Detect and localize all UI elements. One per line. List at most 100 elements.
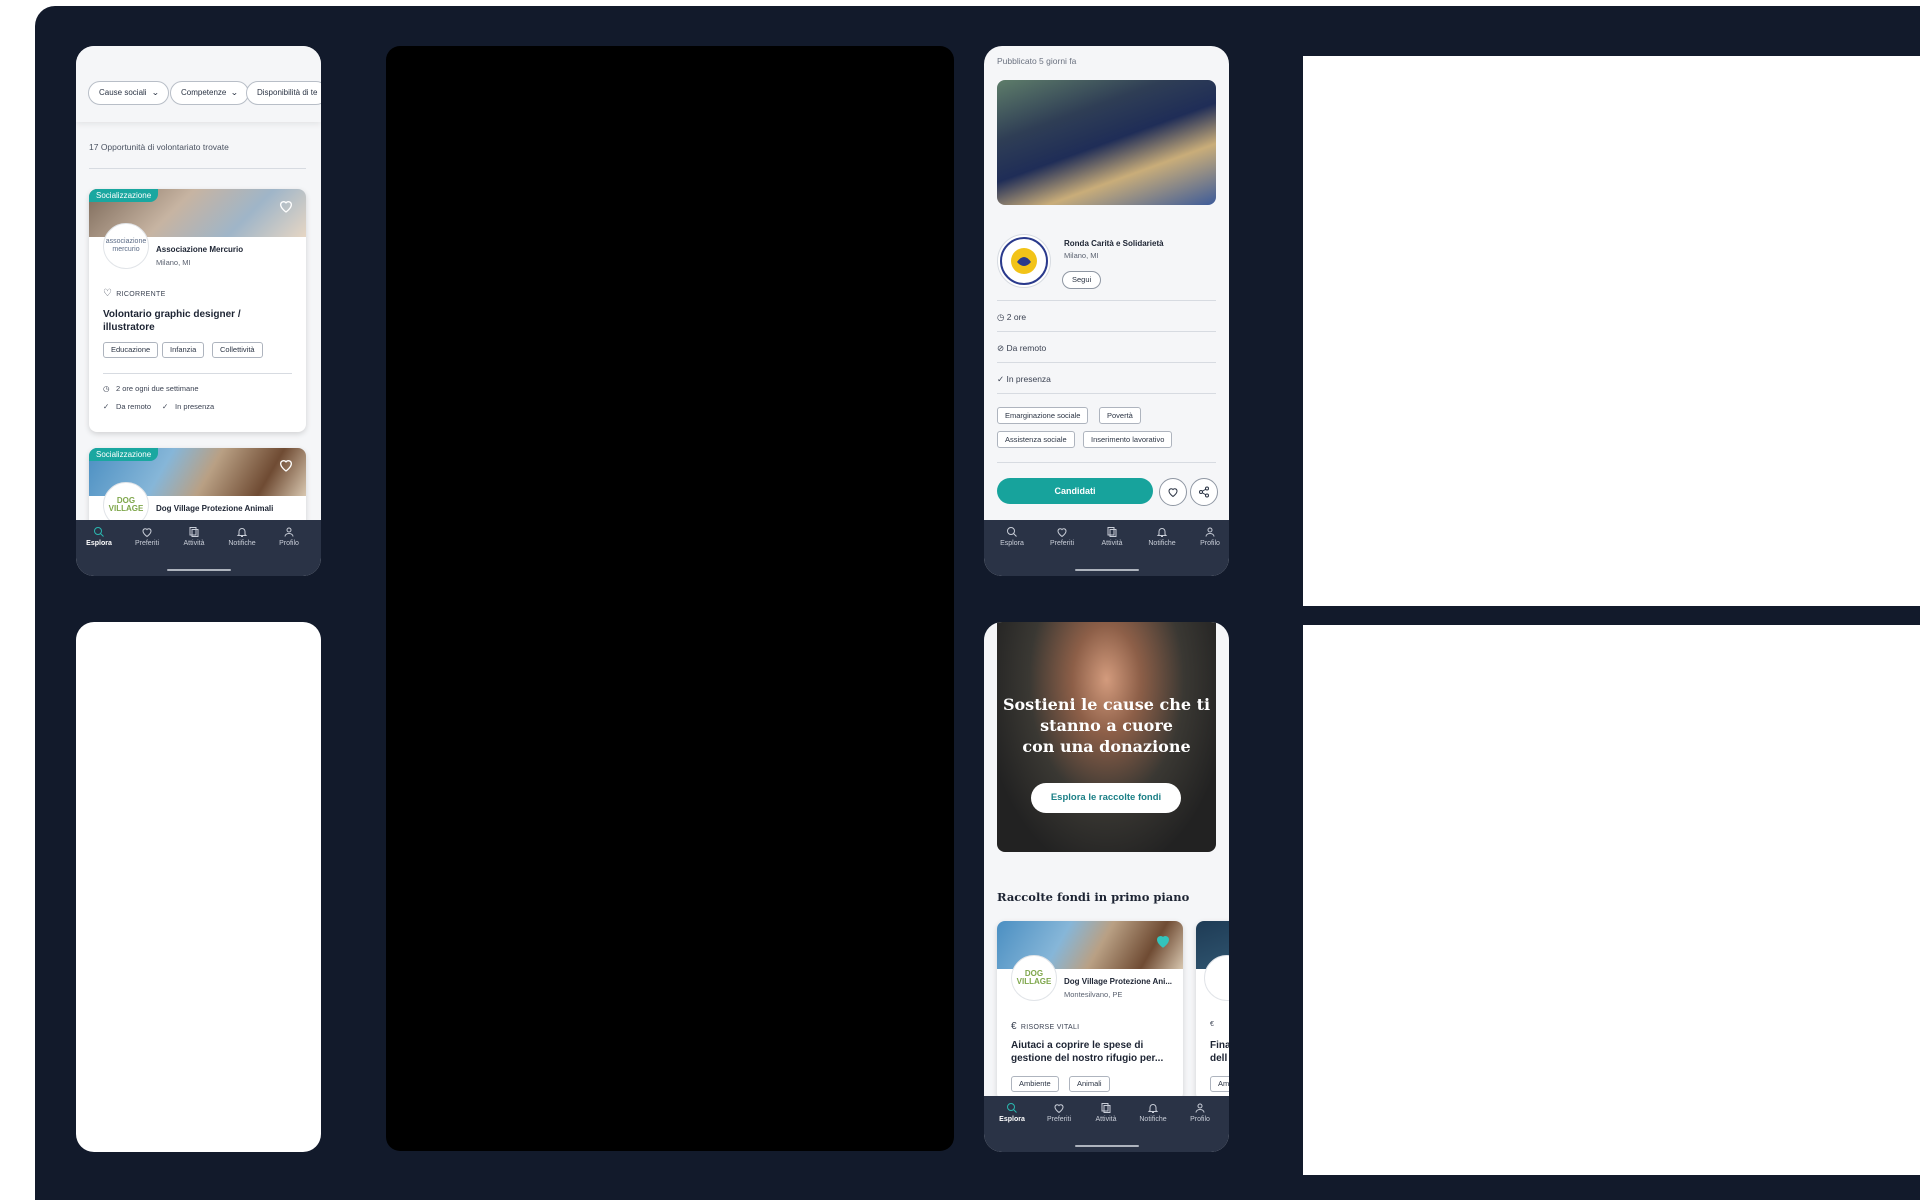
category-badge: Socializzazione [89,448,159,461]
filter-label: Disponibilità di te [257,88,318,97]
filter-cause-sociali[interactable]: Cause sociali ⌄ [88,81,170,105]
home-indicator [1074,569,1139,571]
nav-notifications[interactable]: Notifiche [1133,1102,1173,1123]
nav-explore[interactable]: Esplora [79,526,119,547]
divider [103,373,292,374]
phone-detail-screen: Pubblicato 5 giorni fa Ronda Carità e So… [984,46,1229,576]
nav-label: Preferiti [1049,540,1075,547]
org-city: Montesilvano, PE [1064,990,1123,999]
title-line: dell [1210,1053,1228,1064]
tag-pill: Collettività [212,342,263,358]
org-logo-art [1000,237,1048,285]
nav-label: Preferiti [134,540,160,547]
tag-pill: Inserimento lavorativo [1083,431,1173,448]
org-logo [997,234,1051,288]
mode-remote: ✓ Da remoto [103,402,151,411]
divider [997,362,1216,363]
in-person-text: In presenza [1006,374,1051,384]
heart-icon[interactable] [278,198,294,214]
share-button[interactable] [1190,478,1218,506]
recurring-text: RICORRENTE [116,291,166,298]
title-line: gestione del nostro rifugio per... [1011,1053,1164,1064]
hero-title-line: Sostieni le cause che ti [1002,695,1211,714]
nav-favorites[interactable]: Preferiti [1039,1102,1079,1123]
nav-label: Attività [1101,540,1123,547]
nav-activities[interactable]: Attività [1086,1102,1126,1123]
nav-label: Attività [183,540,205,547]
documents-icon [1086,1102,1126,1116]
logo-text: associazione mercurio [105,238,147,253]
in-person-row: ✓ In presenza [997,374,1051,385]
tag-pill: Infanzia [162,342,205,358]
apply-button[interactable]: Candidati [997,478,1153,504]
bell-icon [1133,1102,1173,1116]
hero-title-line: stanno a cuore [1040,716,1173,735]
fundraiser-card-peek[interactable]: € Fina dell Am [1196,921,1229,1101]
category-badge: Socializzazione [89,189,159,202]
follow-button[interactable]: Segui [1062,271,1102,289]
home-indicator [1074,1145,1139,1147]
black-panel-center [386,46,954,1151]
nav-profile[interactable]: Profilo [1190,526,1229,547]
recurring-label: ♡ RICORRENTE [103,288,166,299]
filter-competenze[interactable]: Competenze ⌄ [170,81,250,105]
filter-disponibilita[interactable]: Disponibilità di te [246,81,321,105]
org-city: Milano, MI [1064,251,1099,260]
fundraiser-card[interactable]: DOG VILLAGE Dog Village Protezione Ani..… [997,921,1183,1101]
tag-pill: Am [1210,1076,1229,1092]
check-icon: ✓ [162,402,169,411]
tag-pill: Educazione [103,342,159,358]
check-icon: ✓ [103,402,110,411]
nav-explore[interactable]: Esplora [992,526,1032,547]
heart-filled-icon[interactable] [1155,933,1171,949]
duration-row: ◷ 2 ore [997,312,1026,323]
user-icon [269,526,309,540]
heart-icon [1039,1102,1079,1116]
nav-notifications[interactable]: Notifiche [1142,526,1182,547]
phone-donation-screen: Sostieni le cause che ti stanno a cuore … [984,622,1229,1152]
duration-text: 2 ore [1006,312,1027,322]
resource-label: € [1210,1021,1214,1028]
documents-icon [1092,526,1132,540]
logo-text: DOG VILLAGE [1016,969,1052,986]
frequency-row: ◷ 2 ore ogni due settimane [103,384,199,393]
heart-icon [1042,526,1082,540]
heart-icon[interactable] [278,457,294,473]
nav-label: Esplora [86,540,112,547]
nav-explore[interactable]: Esplora [992,1102,1032,1123]
mode-text: In presenza [175,402,215,411]
share-icon [1199,486,1209,498]
phone-list-screen: Cause sociali ⌄ Competenze ⌄ Disponibilità… [76,46,321,576]
opportunity-card[interactable]: Socializzazione associazione mercurio As… [89,189,306,432]
nav-activities[interactable]: Attività [174,526,214,547]
home-indicator [166,569,231,571]
nav-label: Attività [1095,1116,1117,1123]
resource-text: RISORSE VITALI [1020,1024,1080,1031]
divider [997,393,1216,394]
nav-activities[interactable]: Attività [1092,526,1132,547]
tag-pill: Assistenza sociale [997,431,1075,448]
search-icon [992,1102,1032,1116]
tag-pill: Emarginazione sociale [997,407,1089,424]
fundraiser-title: Fina dell [1210,1039,1229,1065]
clock-icon: ◷ [997,312,1007,322]
explore-fundraisers-button[interactable]: Esplora le raccolte fondi [1031,783,1181,813]
divider [997,462,1216,463]
nav-profile[interactable]: Profilo [269,526,309,547]
heart-icon [127,526,167,540]
nav-profile[interactable]: Profilo [1180,1102,1220,1123]
section-title: Raccolte fondi in primo piano [997,890,1190,904]
nav-notifications[interactable]: Notifiche [222,526,262,547]
title-line: Fina [1210,1040,1229,1051]
donation-hero: Sostieni le cause che ti stanno a cuore … [997,622,1216,852]
euro-icon: € [1210,1021,1215,1028]
remote-text: Da remoto [1006,343,1047,353]
nav-label: Notifiche [1139,1116,1167,1123]
chevron-down-icon: ⌄ [150,88,159,97]
nav-favorites[interactable]: Preferiti [127,526,167,547]
nav-favorites[interactable]: Preferiti [1042,526,1082,547]
favorite-button[interactable] [1159,478,1187,506]
filter-label: Competenze [181,88,227,97]
filter-label: Cause sociali [99,88,147,97]
heart-icon [1168,488,1178,498]
